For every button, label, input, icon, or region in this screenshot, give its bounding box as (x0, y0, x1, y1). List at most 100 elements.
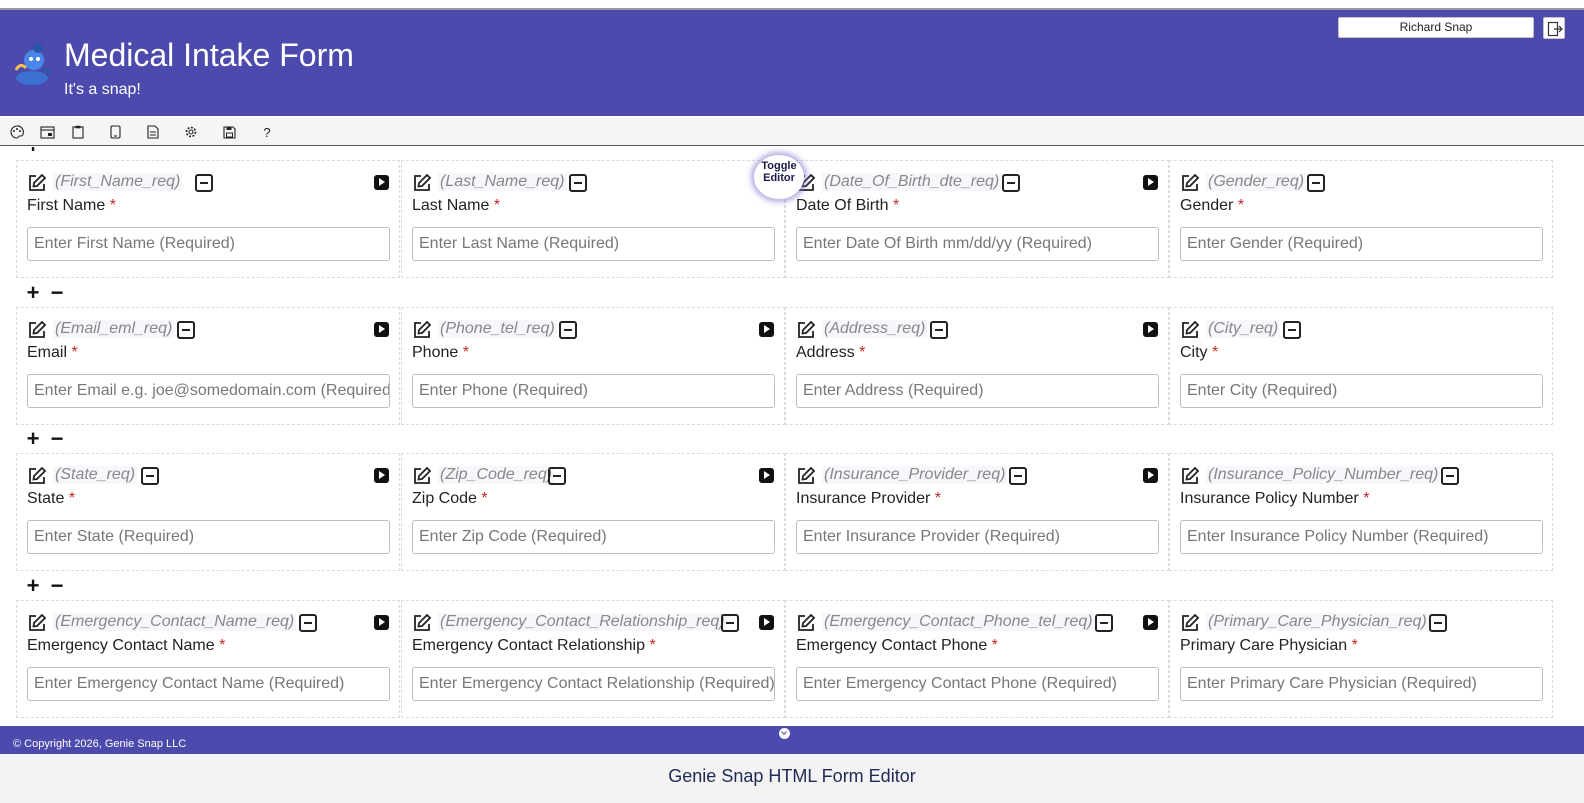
remove-row-button[interactable]: − (48, 428, 66, 450)
play-icon[interactable] (759, 615, 774, 630)
collapse-field-icon[interactable] (1429, 614, 1447, 632)
form-field-cell[interactable]: (Date_Of_Birth_dte_req) Date Of Birth * En… (785, 160, 1169, 278)
toggle-editor-button[interactable]: Toggle Editor (754, 155, 804, 199)
collapse-field-icon[interactable] (1095, 614, 1113, 632)
form-field-cell[interactable]: (Emergency_Contact_Phone_tel_req) Emergen… (785, 600, 1169, 718)
form-field-cell[interactable]: (Last_Name_req) Last Name * Enter Last Nam… (401, 160, 785, 278)
user-name-button[interactable]: Richard Snap (1338, 17, 1534, 38)
edit-icon[interactable] (412, 613, 432, 633)
palette-icon[interactable] (9, 124, 25, 140)
form-field-cell[interactable]: (Emergency_Contact_Relationship_req) Emer… (401, 600, 785, 718)
edit-icon[interactable] (27, 173, 47, 193)
field-input[interactable]: Enter Gender (Required) (1180, 227, 1543, 261)
window-icon[interactable] (39, 124, 55, 140)
collapse-field-icon[interactable] (177, 321, 195, 339)
form-field-cell[interactable]: (City_req) City * Enter City (Required) (1169, 307, 1553, 425)
field-input[interactable]: Enter Emergency Contact Name (Required) (27, 667, 390, 701)
collapse-field-icon[interactable] (1283, 321, 1301, 339)
edit-icon[interactable] (1180, 173, 1200, 193)
remove-row-button[interactable]: − (48, 575, 66, 597)
form-field-cell[interactable]: (Email_eml_req) Email * Enter Email e.g. j… (16, 307, 400, 425)
play-icon[interactable] (759, 468, 774, 483)
field-input[interactable]: Enter State (Required) (27, 520, 390, 554)
form-field-cell[interactable]: (Emergency_Contact_Name_req) Emergency Co… (16, 600, 400, 718)
add-row-button[interactable]: + (24, 428, 42, 450)
add-row-button[interactable]: + (24, 147, 42, 157)
form-field-cell[interactable]: (Primary_Care_Physician_req) Primary Care… (1169, 600, 1553, 718)
clipboard-icon[interactable] (70, 124, 86, 140)
gear-icon[interactable] (183, 124, 199, 140)
edit-icon[interactable] (796, 613, 816, 633)
app-title: Genie Snap HTML Form Editor (668, 766, 916, 786)
collapse-field-icon[interactable] (548, 467, 566, 485)
form-field-cell[interactable]: (Phone_tel_req) Phone * Enter Phone (Requi… (401, 307, 785, 425)
collapse-field-icon[interactable] (141, 467, 159, 485)
edit-icon[interactable] (796, 320, 816, 340)
chevron-down-icon[interactable] (779, 728, 790, 739)
add-row-button[interactable]: + (24, 575, 42, 597)
edit-icon[interactable] (796, 466, 816, 486)
collapse-field-icon[interactable] (1307, 174, 1325, 192)
play-icon[interactable] (1143, 468, 1158, 483)
field-input[interactable]: Enter Email e.g. joe@somedomain.com (Req… (27, 374, 390, 408)
field-input[interactable]: Enter Insurance Policy Number (Required) (1180, 520, 1543, 554)
field-input[interactable]: Enter Primary Care Physician (Required) (1180, 667, 1543, 701)
edit-icon[interactable] (27, 466, 47, 486)
required-marker: * (892, 197, 900, 214)
play-icon[interactable] (759, 322, 774, 337)
form-field-cell[interactable]: (First_Name_req) First Name * Enter First … (16, 160, 400, 278)
save-icon[interactable] (221, 124, 237, 140)
play-icon[interactable] (374, 615, 389, 630)
logout-icon (1547, 21, 1563, 37)
tablet-icon[interactable] (107, 124, 123, 140)
field-input[interactable]: Enter City (Required) (1180, 374, 1543, 408)
play-icon[interactable] (374, 322, 389, 337)
field-label: Emergency Contact Phone * (796, 637, 998, 654)
form-field-cell[interactable]: (Insurance_Policy_Number_req) Insurance P… (1169, 453, 1553, 571)
collapse-field-icon[interactable] (1009, 467, 1027, 485)
edit-icon[interactable] (412, 320, 432, 340)
collapse-field-icon[interactable] (299, 614, 317, 632)
collapse-field-icon[interactable] (721, 614, 739, 632)
edit-icon[interactable] (412, 466, 432, 486)
field-label: Insurance Provider * (796, 490, 941, 507)
play-icon[interactable] (1143, 615, 1158, 630)
play-icon[interactable] (374, 468, 389, 483)
edit-icon[interactable] (412, 173, 432, 193)
play-icon[interactable] (1143, 322, 1158, 337)
play-icon[interactable] (374, 175, 389, 190)
play-icon[interactable] (1143, 175, 1158, 190)
edit-icon[interactable] (1180, 320, 1200, 340)
form-field-cell[interactable]: (Zip_Code_req) Zip Code * Enter Zip Code (… (401, 453, 785, 571)
help-icon[interactable]: ? (259, 124, 275, 140)
required-marker: * (934, 490, 941, 507)
collapse-field-icon[interactable] (195, 174, 213, 192)
field-input[interactable]: Enter Address (Required) (796, 374, 1159, 408)
document-icon[interactable] (145, 124, 161, 140)
edit-icon[interactable] (27, 320, 47, 340)
remove-row-button[interactable]: − (48, 282, 66, 304)
field-input[interactable]: Enter First Name (Required) (27, 227, 390, 261)
form-field-cell[interactable]: (Gender_req) Gender * Enter Gender (Requir… (1169, 160, 1553, 278)
collapse-field-icon[interactable] (1002, 174, 1020, 192)
field-input[interactable]: Enter Date Of Birth mm/dd/yy (Required) (796, 227, 1159, 261)
collapse-field-icon[interactable] (569, 174, 587, 192)
edit-icon[interactable] (1180, 466, 1200, 486)
form-field-cell[interactable]: (State_req) State * Enter State (Required) (16, 453, 400, 571)
form-field-cell[interactable]: (Address_req) Address * Enter Address (Req… (785, 307, 1169, 425)
field-input[interactable]: Enter Emergency Contact Phone (Required) (796, 667, 1159, 701)
logout-button[interactable] (1543, 17, 1565, 39)
collapse-field-icon[interactable] (1441, 467, 1459, 485)
field-input[interactable]: Enter Emergency Contact Relationship (Re… (412, 667, 775, 701)
field-input[interactable]: Enter Last Name (Required) (412, 227, 775, 261)
collapse-field-icon[interactable] (930, 321, 948, 339)
form-field-cell[interactable]: (Insurance_Provider_req) Insurance Provid… (785, 453, 1169, 571)
add-row-button[interactable]: + (24, 282, 42, 304)
field-input[interactable]: Enter Phone (Required) (412, 374, 775, 408)
remove-row-button[interactable]: − (48, 147, 66, 157)
field-input[interactable]: Enter Insurance Provider (Required) (796, 520, 1159, 554)
edit-icon[interactable] (1180, 613, 1200, 633)
edit-icon[interactable] (27, 613, 47, 633)
collapse-field-icon[interactable] (559, 321, 577, 339)
field-input[interactable]: Enter Zip Code (Required) (412, 520, 775, 554)
